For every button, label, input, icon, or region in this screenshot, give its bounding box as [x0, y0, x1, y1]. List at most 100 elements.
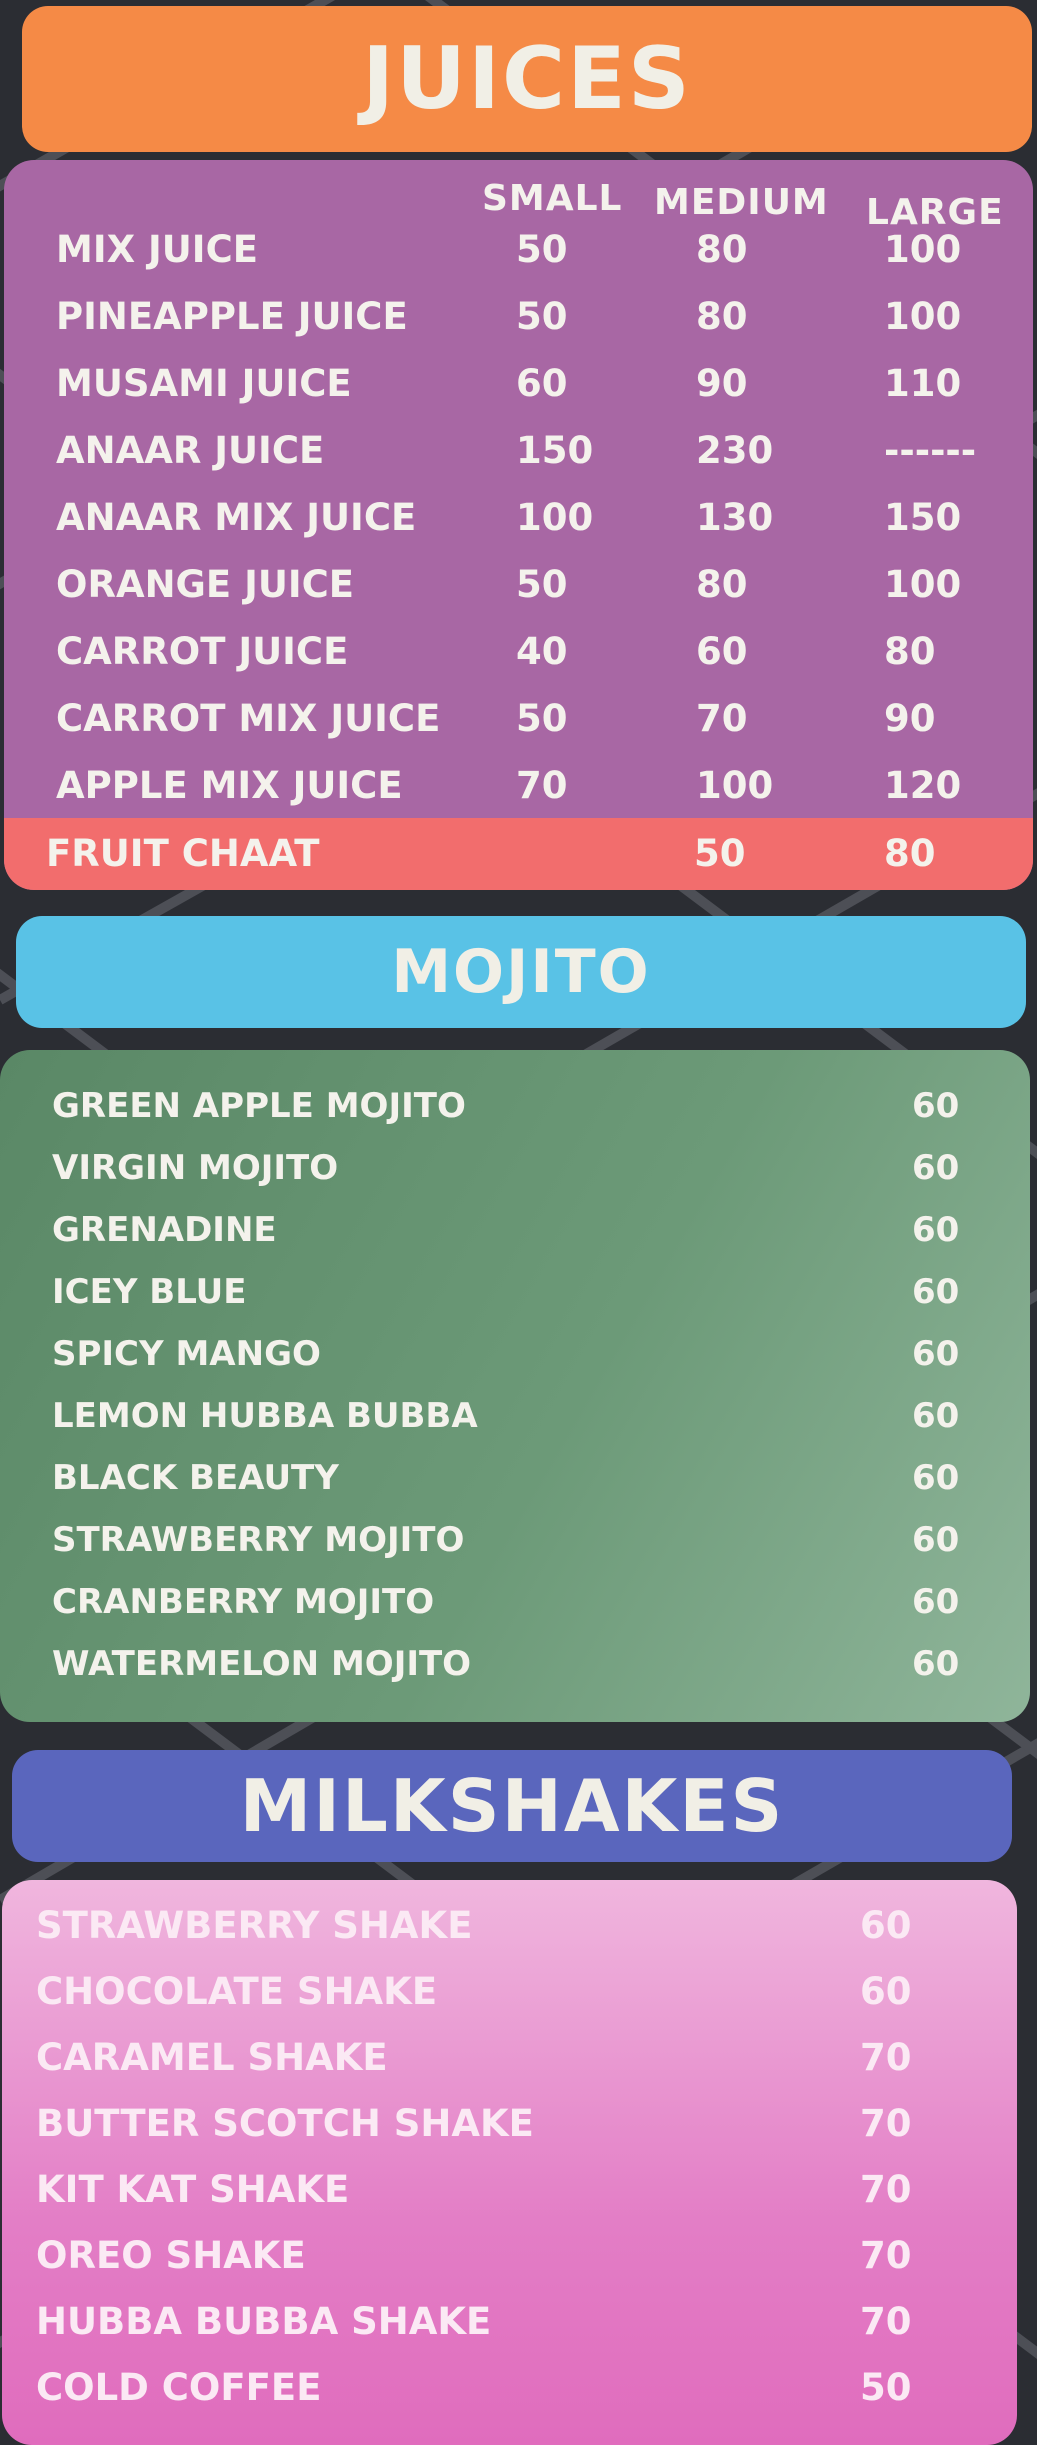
juice-price-medium: 230 [696, 429, 774, 472]
juice-price-medium: 80 [696, 563, 748, 606]
juice-price-small: 150 [516, 429, 594, 472]
mojito-row: GREEN APPLE MOJITO 60 [0, 1074, 1030, 1138]
juice-price-small: 70 [516, 764, 568, 807]
milkshake-price: 70 [860, 2168, 912, 2211]
juice-price-large: 150 [884, 496, 962, 539]
milkshake-name: BUTTER SCOTCH SHAKE [36, 2102, 534, 2145]
milkshake-row: COLD COFFEE 50 [2, 2356, 1017, 2420]
mojito-row: CRANBERRY MOJITO 60 [0, 1570, 1030, 1634]
juice-price-large: 80 [884, 630, 936, 673]
mojito-panel: GREEN APPLE MOJITO 60 VIRGIN MOJITO 60 GRENA… [0, 1050, 1030, 1722]
milkshake-price: 70 [860, 2300, 912, 2343]
juice-row: MUSAMI JUICE 60 90 110 [4, 352, 1033, 416]
mojito-name: GRENADINE [52, 1210, 277, 1250]
milkshake-price: 60 [860, 1904, 912, 1947]
juice-row: ORANGE JUICE 50 80 100 [4, 553, 1033, 617]
mojito-name: ICEY BLUE [52, 1272, 247, 1312]
juices-banner: JUICES [22, 6, 1032, 152]
juice-name: ORANGE JUICE [56, 563, 355, 606]
milkshake-name: CHOCOLATE SHAKE [36, 1970, 438, 2013]
mojito-price: 60 [912, 1148, 960, 1188]
mojito-price: 60 [912, 1086, 960, 1126]
juice-row: CARROT JUICE 40 60 80 [4, 620, 1033, 684]
mojito-row: GRENADINE 60 [0, 1198, 1030, 1262]
mojito-row: SPICY MANGO 60 [0, 1322, 1030, 1386]
juice-name: ANAAR JUICE [56, 429, 325, 472]
juice-price-small: 60 [516, 362, 568, 405]
header-small: SMALL [482, 178, 623, 219]
fruit-chaat-large: 80 [884, 832, 936, 875]
juice-price-large: 120 [884, 764, 962, 807]
milkshake-row: HUBBA BUBBA SHAKE 70 [2, 2290, 1017, 2354]
juice-price-medium: 130 [696, 496, 774, 539]
juice-name: MIX JUICE [56, 228, 259, 271]
juice-name: CARROT JUICE [56, 630, 349, 673]
milkshake-row: CHOCOLATE SHAKE 60 [2, 1960, 1017, 2024]
juice-price-large: 110 [884, 362, 962, 405]
juice-price-medium: 90 [696, 362, 748, 405]
milkshake-price: 60 [860, 1970, 912, 2013]
milkshake-row: KIT KAT SHAKE 70 [2, 2158, 1017, 2222]
juice-price-large: 90 [884, 697, 936, 740]
juice-name: PINEAPPLE JUICE [56, 295, 408, 338]
mojito-name: STRAWBERRY MOJITO [52, 1520, 465, 1560]
juice-row: ANAAR MIX JUICE 100 130 150 [4, 486, 1033, 550]
mojito-price: 60 [912, 1520, 960, 1560]
milkshake-price: 50 [860, 2366, 912, 2409]
juice-row: MIX JUICE 50 80 100 [4, 218, 1033, 282]
juice-name: ANAAR MIX JUICE [56, 496, 417, 539]
mojito-name: SPICY MANGO [52, 1334, 321, 1374]
mojito-name: GREEN APPLE MOJITO [52, 1086, 466, 1126]
juice-name: MUSAMI JUICE [56, 362, 352, 405]
milkshake-row: OREO SHAKE 70 [2, 2224, 1017, 2288]
mojito-name: BLACK BEAUTY [52, 1458, 339, 1498]
juice-price-small: 50 [516, 295, 568, 338]
juice-price-small: 50 [516, 697, 568, 740]
mojito-row: BLACK BEAUTY 60 [0, 1446, 1030, 1510]
juice-price-medium: 100 [696, 764, 774, 807]
juice-price-medium: 70 [696, 697, 748, 740]
mojito-price: 60 [912, 1396, 960, 1436]
mojito-name: CRANBERRY MOJITO [52, 1582, 435, 1622]
mojito-title: MOJITO [391, 937, 651, 1007]
fruit-chaat-row: FRUIT CHAAT 50 80 [4, 818, 1033, 890]
mojito-price: 60 [912, 1582, 960, 1622]
juice-price-small: 50 [516, 228, 568, 271]
juices-title: JUICES [362, 29, 692, 129]
mojito-name: WATERMELON MOJITO [52, 1644, 472, 1684]
juice-row: ANAAR JUICE 150 230 ------ [4, 419, 1033, 483]
juice-row: APPLE MIX JUICE 70 100 120 [4, 754, 1033, 818]
mojito-name: VIRGIN MOJITO [52, 1148, 339, 1188]
juice-row: CARROT MIX JUICE 50 70 90 [4, 687, 1033, 751]
milkshake-row: CARAMEL SHAKE 70 [2, 2026, 1017, 2090]
mojito-row: LEMON HUBBA BUBBA 60 [0, 1384, 1030, 1448]
juice-price-medium: 80 [696, 295, 748, 338]
mojito-price: 60 [912, 1272, 960, 1312]
mojito-price: 60 [912, 1210, 960, 1250]
mojito-price: 60 [912, 1334, 960, 1374]
mojito-name: LEMON HUBBA BUBBA [52, 1396, 478, 1436]
mojito-banner: MOJITO [16, 916, 1026, 1028]
milkshakes-banner: MILKSHAKES [12, 1750, 1012, 1862]
juice-name: CARROT MIX JUICE [56, 697, 441, 740]
milkshake-name: OREO SHAKE [36, 2234, 306, 2277]
milkshake-name: CARAMEL SHAKE [36, 2036, 388, 2079]
header-medium: MEDIUM [654, 182, 829, 223]
juice-price-small: 100 [516, 496, 594, 539]
juice-price-small: 40 [516, 630, 568, 673]
mojito-row: ICEY BLUE 60 [0, 1260, 1030, 1324]
fruit-chaat-name: FRUIT CHAAT [46, 832, 320, 875]
milkshake-price: 70 [860, 2102, 912, 2145]
milkshake-price: 70 [860, 2036, 912, 2079]
milkshake-name: STRAWBERRY SHAKE [36, 1904, 473, 1947]
juices-panel: SMALL MEDIUM LARGE MIX JUICE 50 80 100 PINEA… [4, 160, 1033, 890]
mojito-price: 60 [912, 1644, 960, 1684]
milkshake-name: KIT KAT SHAKE [36, 2168, 350, 2211]
milkshake-row: BUTTER SCOTCH SHAKE 70 [2, 2092, 1017, 2156]
juice-price-large: 100 [884, 563, 962, 606]
milkshake-price: 70 [860, 2234, 912, 2277]
mojito-row: WATERMELON MOJITO 60 [0, 1632, 1030, 1696]
milkshake-row: STRAWBERRY SHAKE 60 [2, 1894, 1017, 1958]
milkshake-name: HUBBA BUBBA SHAKE [36, 2300, 492, 2343]
juice-price-large: 100 [884, 295, 962, 338]
